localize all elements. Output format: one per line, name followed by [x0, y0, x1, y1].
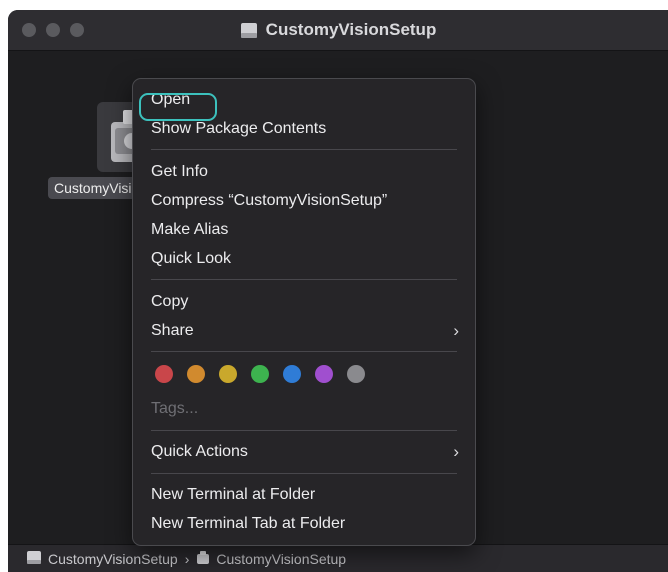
menu-separator [151, 430, 457, 431]
tag-color-row [155, 365, 365, 385]
menu-item-label: Share [151, 322, 194, 339]
menu-separator [151, 473, 457, 474]
path-segment-label: CustomyVisionSetup [48, 551, 178, 567]
tag-purple-button[interactable] [315, 365, 333, 383]
window-title-group: CustomyVisionSetup [8, 10, 668, 50]
tag-red-button[interactable] [155, 365, 173, 383]
tag-blue-button[interactable] [283, 365, 301, 383]
menu-item-quick-look[interactable]: Quick Look [139, 246, 469, 272]
menu-item-show-package-contents[interactable]: Show Package Contents [139, 116, 469, 142]
tag-gray-button[interactable] [347, 365, 365, 383]
chevron-right-icon: › [453, 442, 459, 461]
disk-image-icon [240, 22, 258, 39]
menu-item-copy[interactable]: Copy [139, 289, 469, 315]
path-separator: › [184, 551, 190, 567]
title-bar[interactable]: CustomyVisionSetup [8, 10, 668, 51]
menu-item-new-terminal-tab-at-folder[interactable]: New Terminal Tab at Folder [139, 511, 469, 537]
tag-green-button[interactable] [251, 365, 269, 383]
installer-icon [196, 550, 210, 568]
tag-orange-button[interactable] [187, 365, 205, 383]
menu-separator [151, 149, 457, 150]
menu-item-compress[interactable]: Compress “CustomyVisionSetup” [139, 188, 469, 214]
menu-item-new-terminal-at-folder[interactable]: New Terminal at Folder [139, 482, 469, 508]
window-title: CustomyVisionSetup [265, 20, 437, 39]
menu-item-open[interactable]: Open [139, 87, 469, 121]
menu-item-share[interactable]: Share › [139, 318, 469, 344]
menu-item-label: Quick Actions [151, 443, 248, 460]
path-segment-file[interactable]: CustomyVisionSetup [196, 550, 346, 568]
menu-separator [151, 351, 457, 352]
path-segment-label: CustomyVisionSetup [216, 551, 347, 567]
menu-item-make-alias[interactable]: Make Alias [139, 217, 469, 243]
menu-item-tags[interactable]: Tags... [139, 396, 469, 422]
disk-image-icon [26, 550, 42, 568]
menu-separator [151, 279, 457, 280]
tag-yellow-button[interactable] [219, 365, 237, 383]
chevron-right-icon: › [453, 321, 459, 340]
menu-item-get-info[interactable]: Get Info [139, 159, 469, 185]
path-segment-volume[interactable]: CustomyVisionSetup [26, 550, 178, 568]
context-menu: Open Show Package Contents Get Info Comp… [132, 78, 476, 546]
path-bar: CustomyVisionSetup › CustomyVisionSetup [8, 544, 668, 572]
menu-item-quick-actions[interactable]: Quick Actions › [139, 439, 469, 465]
